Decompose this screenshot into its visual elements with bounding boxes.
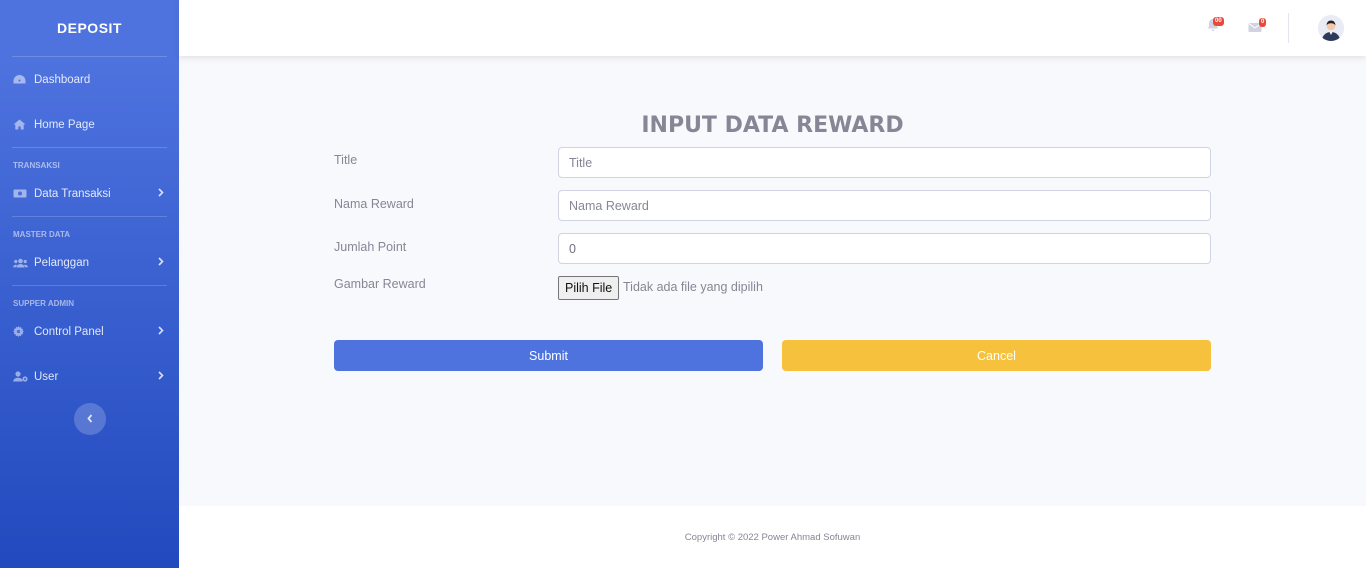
sidebar-item-label: Dashboard [34,73,91,86]
chevron-left-icon [87,410,93,428]
choose-file-button[interactable]: Pilih File [558,276,620,300]
sidebar-item-label: Control Panel [34,325,104,338]
alerts-count-badge: 00 [1213,17,1224,26]
messages-count-badge: 0 [1259,18,1267,27]
sidebar-heading-master-data: MASTER DATA [13,230,71,239]
user-avatar[interactable] [1318,15,1344,41]
sidebar-item-label: Pelanggan [34,256,89,269]
submit-button[interactable]: Submit [334,340,763,371]
footer: Copyright © 2022 Power Ahmad Sofuwan [179,506,1366,568]
messages-button[interactable]: 0 [1248,18,1267,37]
topbar: 00 0 [179,0,1366,56]
cancel-button[interactable]: Cancel [782,340,1211,371]
chevron-right-icon [158,325,164,338]
sidebar-item-label: User [34,370,59,383]
nama-reward-label: Nama Reward [334,197,414,211]
jumlah-point-input[interactable] [558,233,1211,264]
sidebar-item-label: Home Page [34,118,95,131]
sidebar-item-label: Data Transaksi [34,187,111,200]
sidebar-item-user[interactable]: User [0,354,179,399]
chevron-right-icon [158,187,164,200]
topbar-divider [1288,13,1289,43]
home-icon [13,119,29,130]
gambar-reward-label: Gambar Reward [334,277,426,291]
sidebar-brand[interactable]: DEPOSIT [0,0,179,56]
sidebar-item-home-page[interactable]: Home Page [0,102,179,147]
sidebar-heading-supper-admin: SUPPER ADMIN [13,299,75,308]
nama-reward-input[interactable] [558,190,1211,221]
chevron-right-icon [158,370,164,383]
sidebar: DEPOSIT Dashboard Home Page TRANSAKSI Da… [0,0,179,568]
file-status-text: Tidak ada file yang dipilih [623,280,763,294]
alerts-button[interactable]: 00 [1207,17,1224,37]
title-input[interactable] [558,147,1211,178]
sidebar-item-control-panel[interactable]: Control Panel [0,309,179,354]
cog-icon [13,326,29,337]
tachometer-icon [13,74,29,85]
page-title: INPUT DATA REWARD [641,113,904,138]
sidebar-item-dashboard[interactable]: Dashboard [0,57,179,102]
sidebar-toggle-button[interactable] [74,403,106,435]
sidebar-heading-transaksi: TRANSAKSI [13,161,60,170]
sidebar-item-data-transaksi[interactable]: Data Transaksi [0,171,179,216]
sidebar-item-pelanggan[interactable]: Pelanggan [0,240,179,285]
copyright-text: Copyright © 2022 Power Ahmad Sofuwan [684,531,861,543]
jumlah-point-label: Jumlah Point [334,240,407,254]
users-icon [13,258,29,268]
user-cog-icon [13,371,29,382]
chevron-right-icon [158,256,164,269]
money-bill-icon [13,189,29,198]
title-label: Title [334,153,358,167]
